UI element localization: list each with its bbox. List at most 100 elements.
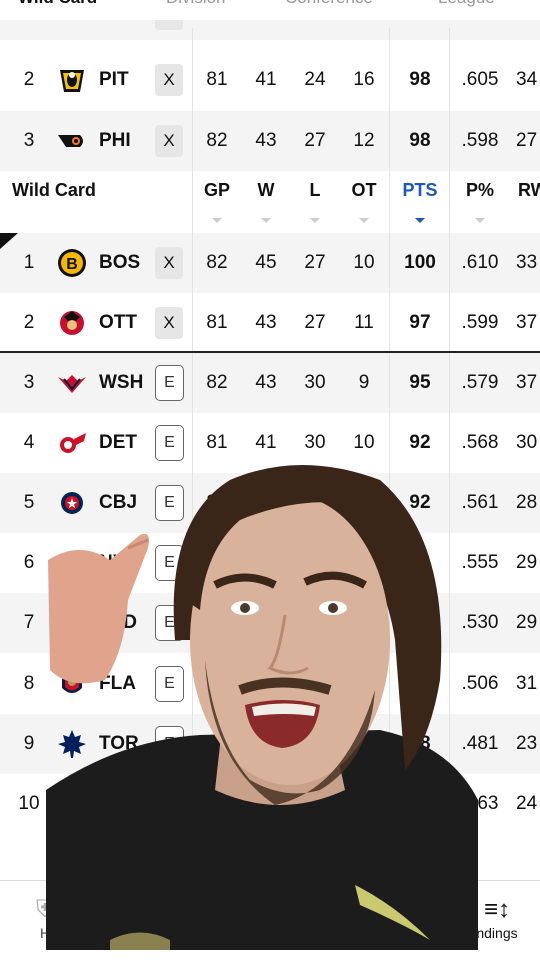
pct-value: .599 [461, 312, 499, 333]
blue-jackets-logo-icon [56, 487, 88, 519]
rw-value: 30 [516, 432, 538, 453]
rank: 2 [23, 69, 35, 90]
red-wings-logo-icon [56, 427, 88, 459]
pts-value: 32 [409, 673, 431, 694]
pts-value: 98 [409, 130, 431, 151]
col-header-gp[interactable]: GP [195, 180, 239, 201]
w-value: 43 [255, 130, 277, 151]
table-row[interactable]: 5 CBJ E 82 92 .561 28 [0, 473, 540, 533]
senators-logo-icon [56, 307, 88, 339]
capitals-logo-icon [56, 367, 88, 399]
gp-value: 81 [206, 69, 228, 90]
table-row-partial [0, 20, 540, 40]
team-abbr[interactable]: PIT [99, 50, 159, 110]
gp-value: 82 [206, 372, 228, 393]
islanders-logo-icon [56, 547, 88, 579]
elimination-badge: E [155, 666, 184, 702]
table-row[interactable]: 7 NJD E .530 29 [0, 593, 540, 653]
team-abbr[interactable]: NJD [99, 593, 159, 653]
ot-value: 12 [353, 130, 375, 151]
rw-value: 37 [516, 372, 538, 393]
tab-league[interactable]: League [438, 0, 495, 8]
rank: 4 [23, 432, 35, 453]
section-corner-marker [0, 233, 18, 249]
team-abbr[interactable]: FLA [99, 654, 159, 714]
l-value: 24 [304, 69, 326, 90]
table-row[interactable]: 4 DET E 81 41 30 10 92 .568 30 [0, 413, 540, 473]
column-divider [389, 28, 390, 814]
rank: 9 [23, 733, 35, 754]
nav-home[interactable]: ⛨ H [30, 895, 60, 941]
team-abbr[interactable]: OTT [99, 293, 159, 353]
wild-card-header: Wild Card GP W L OT PTS P% RW [0, 172, 540, 232]
ad-graphic [462, 826, 478, 866]
team-abbr[interactable]: BOS [99, 233, 159, 293]
col-header-pct[interactable]: P% [452, 180, 508, 201]
nav-home-label: H [39, 925, 51, 941]
ot-value: 16 [353, 69, 375, 90]
rw-value: 33 [516, 252, 538, 273]
elimination-badge: E [155, 485, 184, 521]
col-header-rw[interactable]: RW [518, 180, 540, 201]
table-row[interactable]: 8 FLA E 32 .506 31 [0, 654, 540, 714]
team-abbr[interactable]: DET [99, 413, 159, 473]
svg-text:B: B [66, 256, 78, 273]
rw-value: 37 [516, 312, 538, 333]
l-value: 30 [304, 372, 326, 393]
rw-value: 31 [516, 673, 538, 694]
elimination-badge: E [155, 605, 184, 641]
team-abbr[interactable]: WSH [99, 353, 159, 413]
column-divider [192, 28, 193, 814]
table-row[interactable]: 3 PHI X 82 43 27 12 98 .598 27 [0, 111, 540, 171]
pts-value: 100 [404, 252, 436, 273]
rank: 7 [23, 612, 35, 633]
tab-conference[interactable]: Conference [285, 0, 373, 8]
team-abbr[interactable]: NY [99, 533, 159, 593]
table-row[interactable]: 9 TOR E 4 78 .481 23 [0, 714, 540, 774]
gp-value: 82 [206, 130, 228, 151]
ad-banner[interactable] [0, 814, 540, 880]
rw-value: 29 [516, 612, 538, 633]
pct-value: .605 [461, 69, 499, 90]
table-row[interactable]: 6 NY E .555 29 [0, 533, 540, 593]
table-row[interactable]: 2 PIT X 81 41 24 16 98 .605 34 [0, 50, 540, 110]
elimination-badge: E [155, 545, 184, 581]
pct-value: .506 [461, 673, 499, 694]
pts-value: 95 [409, 372, 431, 393]
rw-value: 34 [516, 69, 538, 90]
ot-value: 11 [354, 312, 374, 333]
sort-arrow-icon [310, 218, 320, 223]
col-header-ot[interactable]: OT [342, 180, 386, 201]
pct-value: .568 [461, 432, 499, 453]
col-header-w[interactable]: W [244, 180, 288, 201]
clinch-badge: X [155, 307, 183, 339]
bruins-logo-icon: B [56, 247, 88, 279]
rank: 2 [23, 312, 35, 333]
sort-list-icon: ≡↕ [483, 896, 510, 923]
pts-value: 97 [409, 312, 431, 333]
nav-standings[interactable]: ≡↕ ndings [462, 895, 532, 941]
pct-value: .598 [461, 130, 499, 151]
team-abbr[interactable]: TOR [99, 714, 159, 774]
tab-wild-card[interactable]: Wild Card [18, 0, 97, 8]
table-row[interactable]: 1 B BOS X 82 45 27 10 100 .610 33 [0, 233, 540, 293]
section-title: Wild Card [12, 180, 96, 200]
tab-division[interactable]: Division [166, 0, 226, 8]
ot-value: 10 [353, 252, 375, 273]
rw-value: 23 [516, 733, 538, 754]
penguins-logo-icon [56, 64, 88, 96]
l-value: 27 [304, 252, 326, 273]
shield-icon: ⛨ [36, 896, 54, 923]
clinch-badge: X [155, 247, 183, 279]
ot-value: 4 [358, 733, 370, 754]
table-row[interactable]: 3 WSH E 82 43 30 9 95 .579 37 [0, 353, 540, 413]
sort-arrow-active-icon [415, 218, 425, 223]
col-header-pts[interactable]: PTS [394, 180, 446, 201]
l-value: 27 [304, 312, 326, 333]
sort-arrow-icon [261, 218, 271, 223]
col-header-l[interactable]: L [293, 180, 337, 201]
table-row[interactable]: 2 OTT X 81 43 27 11 97 .599 37 [0, 293, 540, 353]
gp-value: 82 [206, 492, 228, 513]
team-abbr[interactable]: PHI [99, 111, 159, 171]
team-abbr[interactable]: CBJ [99, 473, 159, 533]
